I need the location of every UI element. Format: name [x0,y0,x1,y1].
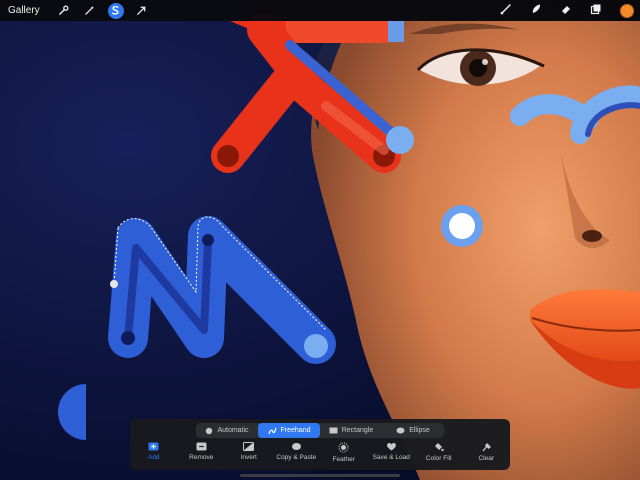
action-label: Copy & Paste [276,454,317,461]
color-fill-icon [435,443,444,452]
remove-button[interactable]: Remove [178,442,226,468]
mode-rectangle[interactable]: Rectangle [320,423,382,438]
freehand-icon [267,427,277,434]
eraser-icon[interactable] [560,2,572,20]
selection-icon[interactable] [107,2,124,19]
add-icon [148,442,159,451]
feather-icon [338,442,349,453]
color-fill-button[interactable]: Color Fill [415,442,463,468]
gallery-button[interactable]: Gallery [8,5,40,16]
selection-mode-bar: Automatic Freehand Rectangle Ellipse [196,423,444,438]
action-label: Color Fill [425,455,452,462]
smudge-icon[interactable] [530,2,542,20]
wrench-icon[interactable] [56,3,72,19]
brush-icon[interactable] [500,2,512,20]
selection-toolbar: Automatic Freehand Rectangle Ellipse Add… [130,419,510,470]
action-label: Invert [240,454,257,461]
copy-paste-icon [291,443,301,450]
add-button[interactable]: Add [130,442,178,468]
layers-icon[interactable] [590,2,602,20]
ellipse-icon [396,427,405,434]
mode-label: Automatic [217,427,249,434]
feather-button[interactable]: Feather [320,442,368,468]
clear-button[interactable]: Clear [463,442,511,468]
mode-ellipse[interactable]: Ellipse [382,423,444,438]
artwork [0,0,640,480]
action-label: Feather [332,456,355,463]
mode-label: Ellipse [409,427,430,434]
transform-arrow-icon[interactable] [134,3,150,19]
action-label: Add [147,454,160,461]
copy-paste-button[interactable]: Copy & Paste [273,442,321,468]
action-label: Clear [478,455,495,462]
circle-icon [206,427,213,434]
mode-automatic[interactable]: Automatic [196,423,258,438]
selection-actions: Add Remove Invert Copy & Paste Feather S… [130,442,510,468]
drawing-canvas[interactable] [0,0,640,480]
remove-icon [196,442,207,451]
rectangle-icon [329,427,338,434]
mode-label: Freehand [280,427,311,434]
color-swatch[interactable] [620,3,634,18]
invert-button[interactable]: Invert [225,442,273,468]
action-label: Remove [189,454,214,461]
mode-freehand[interactable]: Freehand [258,423,320,438]
selection-handle [110,280,118,288]
invert-icon [243,442,255,451]
save-load-button[interactable]: Save & Load [368,442,416,468]
magic-wand-icon[interactable] [82,3,98,19]
top-toolbar: Gallery [0,0,640,21]
action-label: Save & Load [372,454,410,461]
heart-icon [386,443,396,451]
home-indicator [240,474,400,477]
mode-label: Rectangle [341,427,374,434]
clear-icon [482,443,491,452]
